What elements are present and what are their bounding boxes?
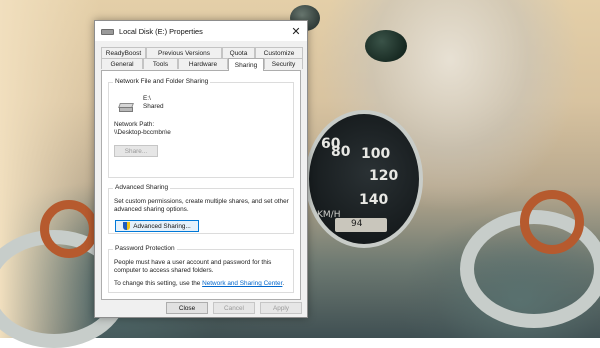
drive-share-status: Shared (143, 103, 164, 110)
advanced-sharing-button[interactable]: Advanced Sharing... (115, 220, 199, 232)
advanced-sharing-button-label: Advanced Sharing... (133, 222, 191, 230)
tab-sharing[interactable]: Sharing (228, 58, 264, 71)
advanced-sharing-title: Advanced Sharing (113, 184, 171, 191)
tab-strip: ReadyBoost Previous Versions Quota Custo… (101, 47, 303, 71)
spring-left (40, 200, 98, 258)
speed-140: 140 (359, 192, 389, 208)
close-icon[interactable]: ✕ (285, 21, 307, 41)
tab-hardware[interactable]: Hardware (178, 58, 228, 69)
odometer: 94 (335, 218, 387, 232)
password-change-suffix: . (282, 280, 285, 287)
network-sharing-center-link[interactable]: Network and Sharing Center (202, 280, 282, 287)
headlight-indicator (365, 30, 407, 62)
speed-120: 120 (369, 168, 399, 184)
tab-customize[interactable]: Customize (255, 47, 303, 58)
properties-dialog: Local Disk (E:) Properties ✕ ReadyBoost … (94, 20, 308, 318)
network-sharing-group: Network File and Folder Sharing E:\ Shar… (108, 78, 294, 178)
sharing-panel: Network File and Folder Sharing E:\ Shar… (101, 70, 301, 300)
tab-quota[interactable]: Quota (222, 47, 255, 58)
spring-right (520, 190, 584, 254)
password-protection-group: Password Protection People must have a u… (108, 245, 294, 293)
share-button[interactable]: Share... (114, 145, 158, 157)
odometer-value: 94 (351, 219, 363, 229)
window-title: Local Disk (E:) Properties (119, 26, 203, 36)
speed-80: 80 (331, 144, 351, 160)
advanced-sharing-group: Advanced Sharing Set custom permissions,… (108, 184, 294, 234)
tab-security[interactable]: Security (264, 58, 303, 69)
advanced-sharing-desc-1: Set custom permissions, create multiple … (114, 198, 289, 205)
drive-name: E:\ (143, 95, 151, 102)
tab-readyboost[interactable]: ReadyBoost (101, 47, 146, 58)
cancel-button[interactable]: Cancel (213, 302, 255, 314)
password-protection-title: Password Protection (113, 245, 177, 252)
network-path-label: Network Path: (114, 121, 155, 128)
network-path-value: \\Desktop-bccmbn\e (114, 129, 171, 136)
tab-general[interactable]: General (101, 58, 143, 69)
uac-shield-icon (123, 222, 131, 230)
password-desc-2: computer to access shared folders. (114, 267, 214, 274)
speedometer: 60 80 100 120 140 KM/H 94 (305, 110, 423, 248)
password-change-prefix: To change this setting, use the (114, 280, 203, 287)
advanced-sharing-desc-2: advanced sharing options. (114, 206, 189, 213)
drive-icon (101, 28, 114, 35)
password-change-text: To change this setting, use the Network … (114, 280, 284, 288)
network-sharing-title: Network File and Folder Sharing (113, 78, 211, 85)
title-bar[interactable]: Local Disk (E:) Properties ✕ (95, 21, 307, 41)
speed-100: 100 (361, 146, 391, 162)
shared-drive-icon (118, 103, 134, 112)
password-desc-1: People must have a user account and pass… (114, 259, 272, 266)
apply-button[interactable]: Apply (260, 302, 302, 314)
tab-tools[interactable]: Tools (143, 58, 178, 69)
close-button[interactable]: Close (166, 302, 208, 314)
tab-previous-versions[interactable]: Previous Versions (146, 47, 222, 58)
